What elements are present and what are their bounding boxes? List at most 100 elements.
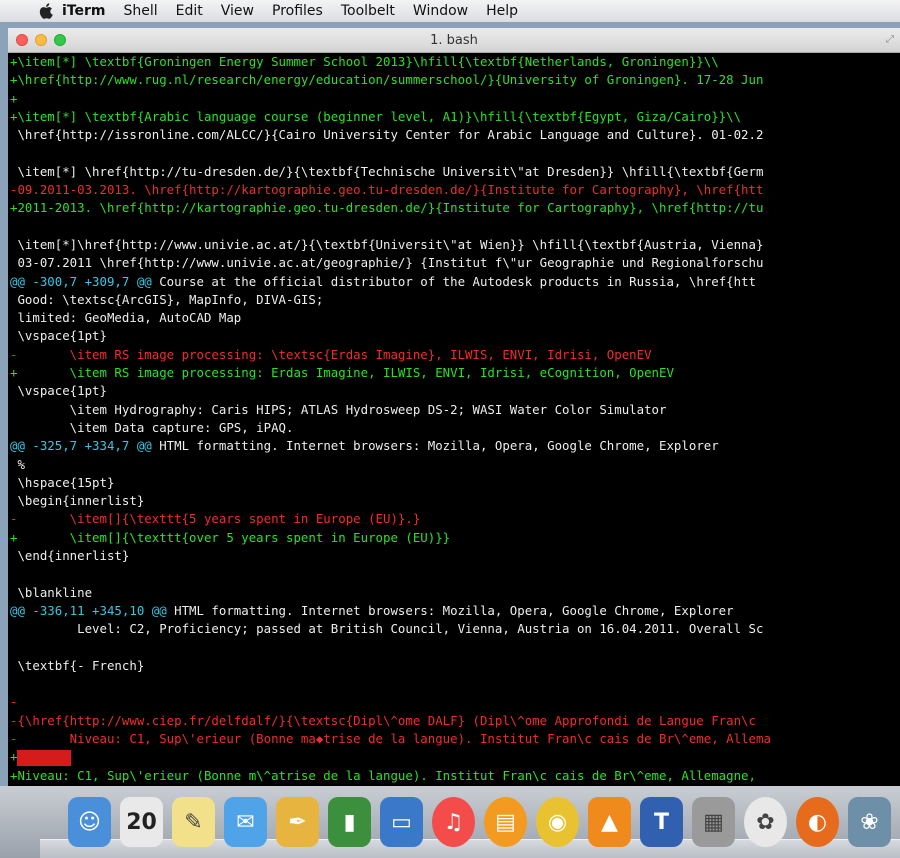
fullscreen-icon[interactable]: ⤢ [886, 34, 894, 45]
terminal-line-text: \item[*] \href{http://tu-dresden.de/}{\t… [10, 163, 764, 179]
itunes-icon[interactable]: ♫ [432, 797, 475, 847]
calendar-icon[interactable]: 20 [120, 797, 163, 847]
terminal-line: \textbf{- French} [10, 657, 900, 675]
terminal-line: \begin{innerlist} [10, 492, 900, 510]
terminal-line-text: limited: GeoMedia, AutoCAD Map [10, 310, 242, 326]
terminal-line: \item Data capture: GPS, iPAQ. [10, 419, 900, 437]
terminal-output[interactable]: +\item[*] \textbf{Groningen Energy Summe… [8, 53, 900, 786]
terminal-line: + \item[]{\texttt{over 5 years spent in … [10, 529, 900, 547]
terminal-line-text: % [10, 456, 25, 472]
pages-icon[interactable]: ✒ [276, 797, 319, 847]
terminal-line: Level: C2, Proficiency; passed at Britis… [10, 620, 900, 638]
menu-items: iTerm Shell Edit View Profiles Toolbelt … [62, 3, 536, 19]
terminal-line-text: HTML formatting. Internet browsers: Mozi… [166, 602, 734, 618]
terminal-line: +2011-2013. \href{http://kartographie.ge… [10, 199, 900, 217]
terminal-line-text: Level: C2, Proficiency; passed at Britis… [10, 621, 764, 637]
terminal-line: \item Hydrography: Caris HIPS; ATLAS Hyd… [10, 401, 900, 419]
terminal-line-text: \end{innerlist} [10, 548, 130, 564]
ibooks-icon[interactable]: ▤ [484, 797, 527, 847]
firefox-icon[interactable]: ◐ [796, 797, 839, 847]
terminal-line-text: +Niveau: C1, Sup\'erieur (Bonne m\^atris… [10, 767, 756, 783]
terminal-line: +Niveau: C1, Sup\'erieur (Bonne m\^atris… [10, 767, 900, 785]
terminal-line-text: - [10, 694, 18, 710]
menu-shell[interactable]: Shell [123, 3, 157, 19]
terminal-line-text: - Niveau: C1, Sup\'erieur (Bonne ma◆tris… [10, 730, 771, 746]
terminal-line: \item[*]\href{http://www.univie.ac.at/}{… [10, 236, 900, 254]
terminal-line-text: -09.2011-03.2013. \href{http://kartograp… [10, 182, 764, 198]
terminal-line: @@ -325,7 +334,7 @@ HTML formatting. Int… [10, 437, 900, 455]
photos-icon[interactable]: ❀ [848, 797, 891, 847]
terminal-line-text: HTML formatting. Internet browsers: Mozi… [151, 438, 719, 454]
terminal-line: Good: \textsc{ArcGIS}, MapInfo, DIVA-GIS… [10, 291, 900, 309]
finder-icon[interactable]: ☺ [68, 797, 111, 847]
menu-view[interactable]: View [221, 3, 254, 19]
terminal-line-text: \vspace{1pt} [10, 383, 107, 399]
terminal-line-text: +\item[*] \textbf{Arabic language course… [10, 108, 742, 124]
menu-iterm[interactable]: iTerm [62, 3, 105, 19]
diff-hunk-header: @@ -325,7 +334,7 @@ [10, 438, 152, 454]
terminal-line-text: - \item[]{\texttt{5 years spent in Europ… [10, 511, 421, 527]
terminal-line-text: + [10, 749, 18, 765]
terminal-line: \href{http://issronline.com/ALCC/}{Cairo… [10, 126, 900, 144]
terminal-line: @@ -336,11 +345,10 @@ HTML formatting. I… [10, 602, 900, 620]
terminal-line-text: -{\href{http://www.ciep.fr/delfdalf/}{\t… [10, 712, 756, 728]
terminal-line-text: \item[*]\href{http://www.univie.ac.at/}{… [10, 236, 764, 252]
terminal-line-text: + \item[]{\texttt{over 5 years spent in … [10, 529, 451, 545]
terminal-line-text: +\href{http://www.rug.nl/research/energy… [10, 72, 764, 88]
terminal-line-text: \item Data capture: GPS, iPAQ. [10, 419, 294, 435]
terminal-line-text: + \item RS image processing: Erdas Imagi… [10, 365, 674, 381]
terminal-line: @@ -300,7 +309,7 @@ Course at the offici… [10, 273, 900, 291]
terminal-line: % [10, 456, 900, 474]
terminal-line-text: \item Hydrography: Caris HIPS; ATLAS Hyd… [10, 401, 667, 417]
window-title: 1. bash [430, 32, 478, 48]
calculator-icon[interactable]: ▦ [692, 797, 735, 847]
terminal-line-text: \href{http://issronline.com/ALCC/}{Cairo… [10, 127, 764, 143]
menu-window[interactable]: Window [413, 3, 468, 19]
terminal-line-text: \begin{innerlist} [10, 493, 145, 509]
terminal-line: \vspace{1pt} [10, 327, 900, 345]
terminal-line: +\item[*] \textbf{Arabic language course… [10, 108, 900, 126]
terminal-line: 03-07.2011 \href{http://www.univie.ac.at… [10, 254, 900, 272]
picasa-icon[interactable]: ✿ [744, 797, 787, 847]
whitespace-highlight [17, 749, 72, 766]
terminal-line-text: - \item RS image processing: \textsc{Erd… [10, 346, 652, 362]
diff-hunk-header: @@ -336,11 +345,10 @@ [10, 602, 167, 618]
window-titlebar[interactable]: 1. bash ⤢ [8, 28, 900, 53]
menu-profiles[interactable]: Profiles [272, 3, 323, 19]
terminal-line: \hspace{15pt} [10, 474, 900, 492]
terminal-line-text: \vspace{1pt} [10, 328, 107, 344]
menu-edit[interactable]: Edit [176, 3, 203, 19]
numbers-icon[interactable]: ▮ [328, 797, 371, 847]
chrome-icon[interactable]: ◉ [536, 797, 579, 847]
menu-toolbelt[interactable]: Toolbelt [341, 3, 395, 19]
dock: ☺ 20 ✎ ✉ ✒ ▮ ▭ ♫ ▤ ◉ ▲ T ▦ ✿ ◐ ❀ [0, 786, 900, 858]
terminal-line: limited: GeoMedia, AutoCAD Map [10, 309, 900, 327]
menu-help[interactable]: Help [486, 3, 518, 19]
terminal-line-text: \textbf{- French} [10, 657, 145, 673]
textedit-icon[interactable]: T [640, 797, 683, 847]
terminal-line-text: +2011-2013. \href{http://kartographie.ge… [10, 200, 764, 216]
terminal-line: \item[*] \href{http://tu-dresden.de/}{\t… [10, 163, 900, 181]
terminal-line: \vspace{1pt} [10, 382, 900, 400]
messages-icon[interactable]: ✉ [224, 797, 267, 847]
terminal-line: +\href{http://www.rug.nl/research/energy… [10, 71, 900, 89]
terminal-line: \end{innerlist} [10, 547, 900, 565]
keynote-icon[interactable]: ▭ [380, 797, 423, 847]
terminal-line: - Niveau: C1, Sup\'erieur (Bonne ma◆tris… [10, 730, 900, 748]
terminal-line-text: \hspace{15pt} [10, 474, 115, 490]
stickies-icon[interactable]: ✎ [172, 797, 215, 847]
terminal-line: + [10, 90, 900, 108]
terminal-line: +\item[*] \textbf{Groningen Energy Summe… [10, 53, 900, 71]
diff-hunk-header: @@ -300,7 +309,7 @@ [10, 273, 152, 289]
terminal-line-text: + [10, 90, 18, 106]
terminal-line-text: 03-07.2011 \href{http://www.univie.ac.at… [10, 255, 764, 271]
terminal-line: -{\href{http://www.ciep.fr/delfdalf/}{\t… [10, 712, 900, 730]
vlc-icon[interactable]: ▲ [588, 797, 631, 847]
menu-bar: iTerm Shell Edit View Profiles Toolbelt … [0, 0, 900, 22]
terminal-line: - \item[]{\texttt{5 years spent in Europ… [10, 510, 900, 528]
apple-icon[interactable] [38, 2, 56, 20]
